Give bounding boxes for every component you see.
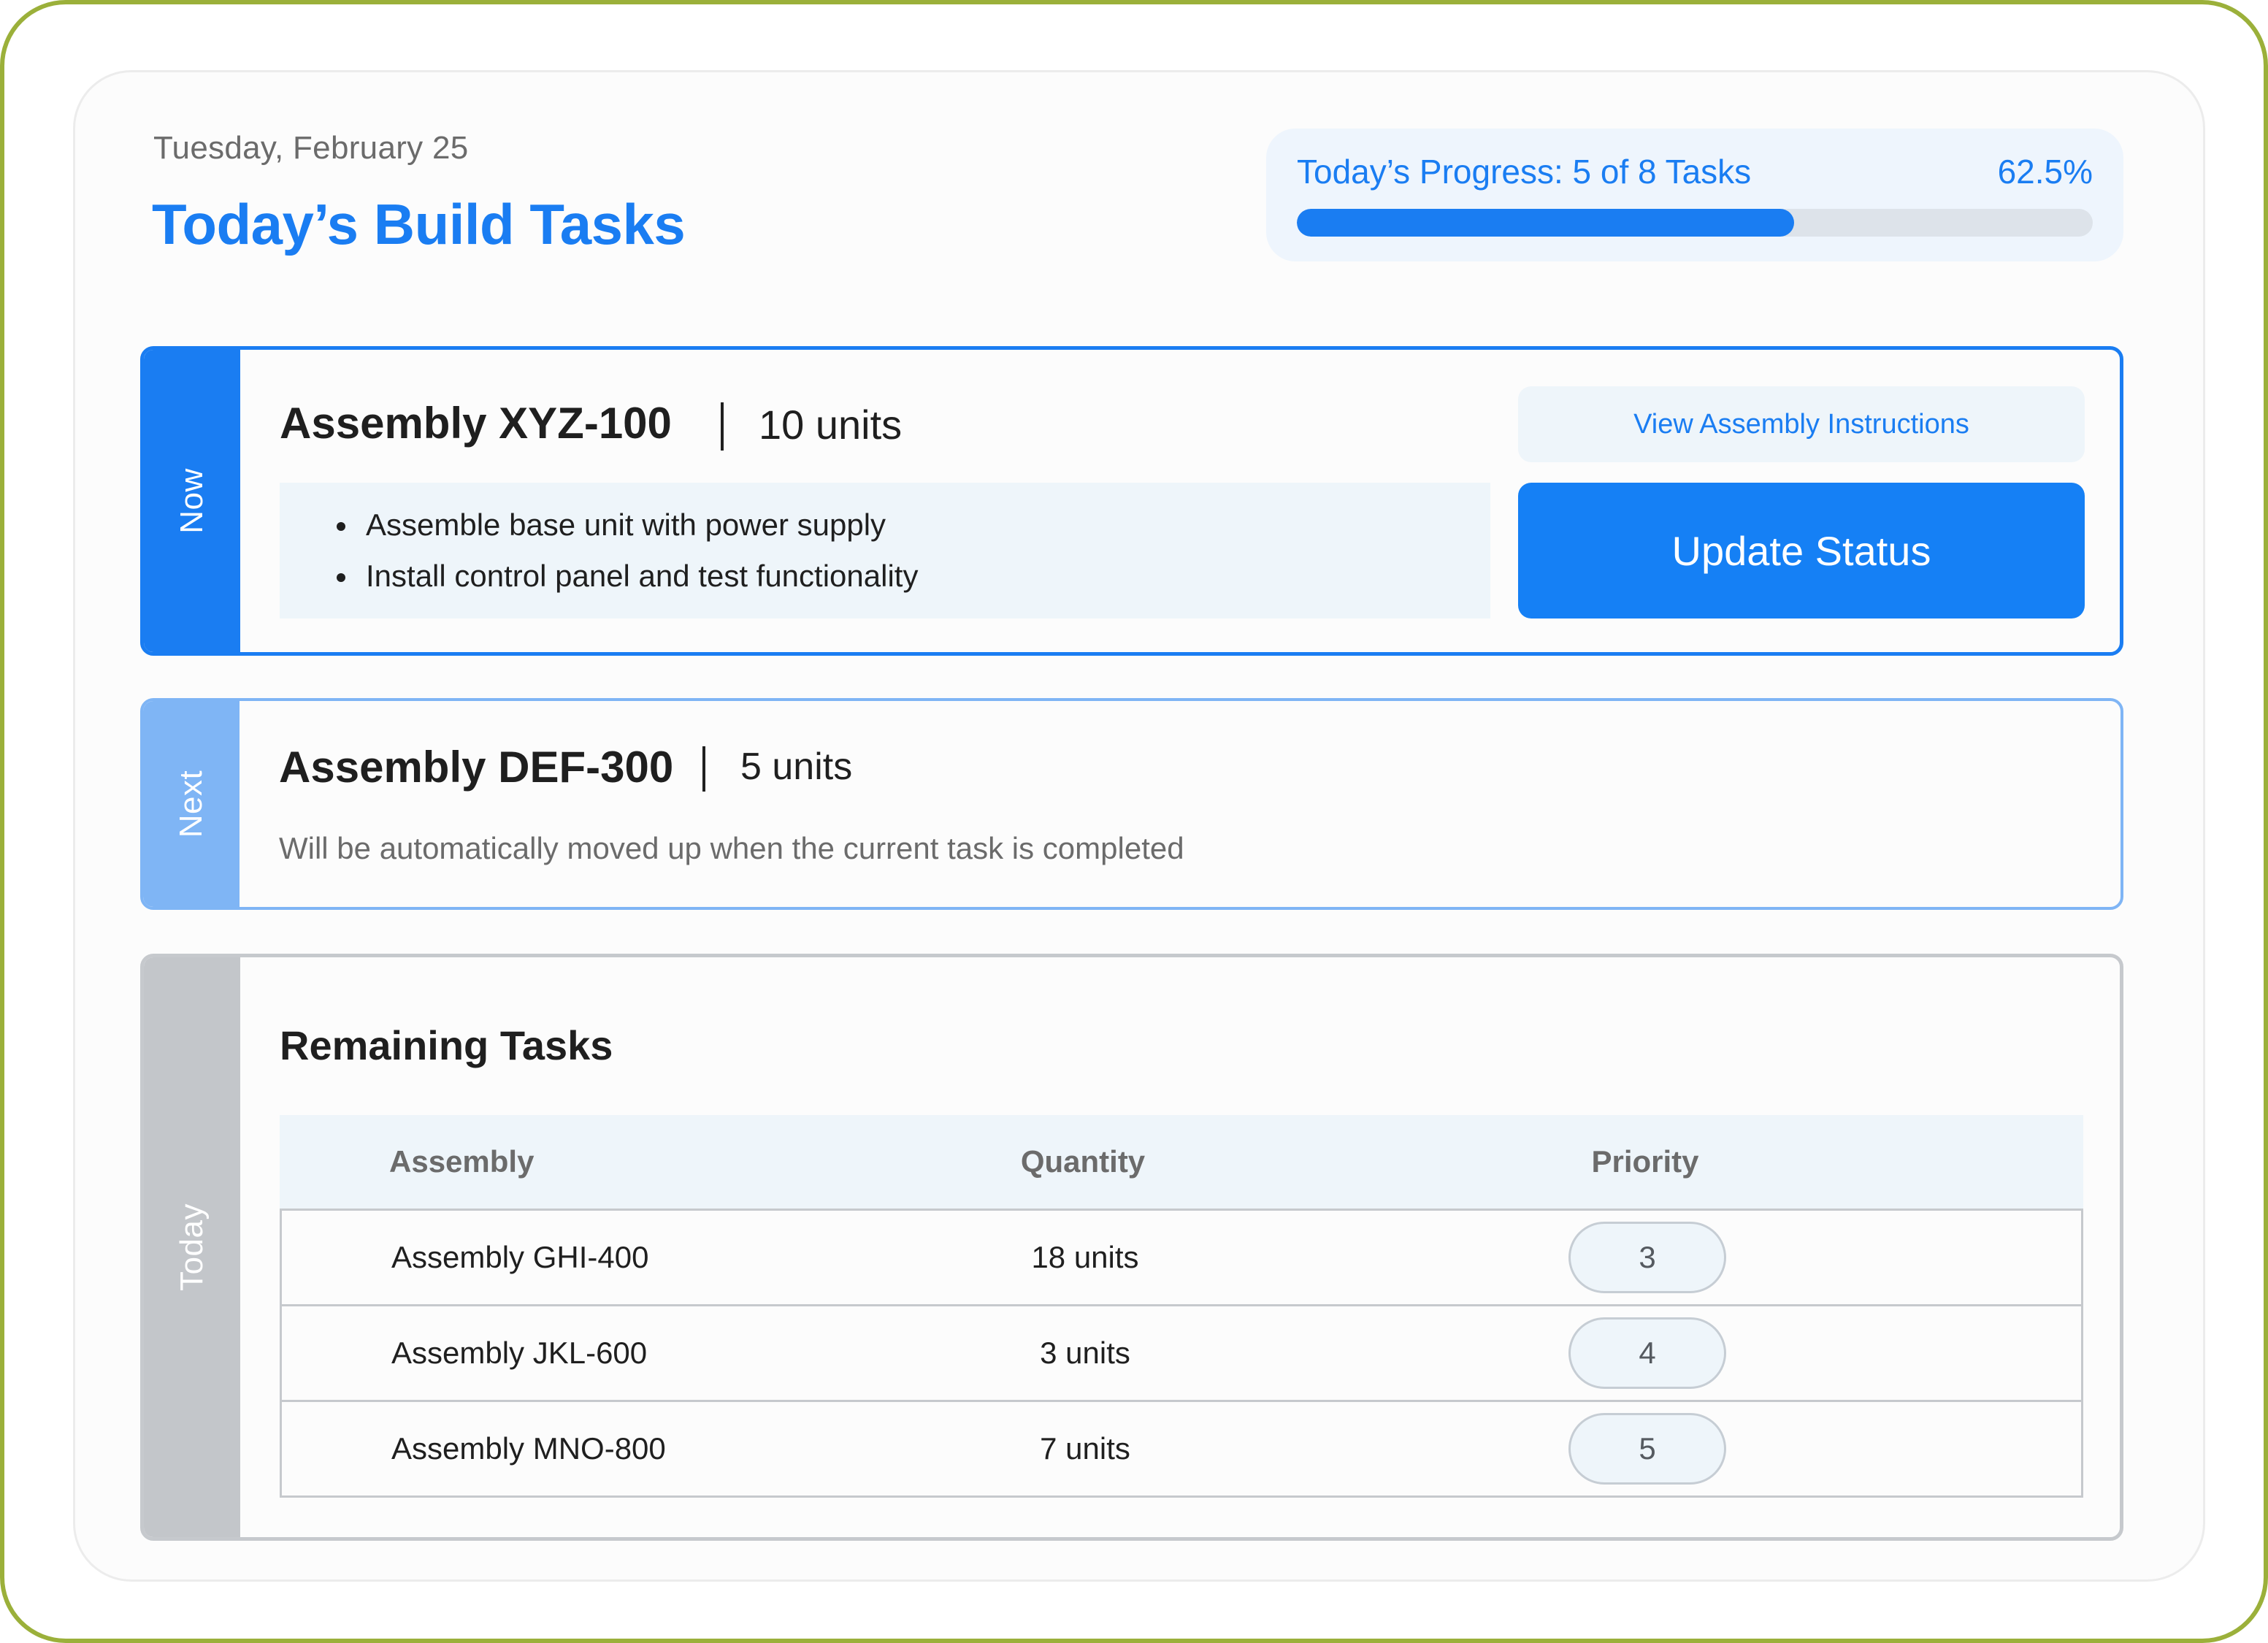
step-item: Assemble base unit with power supply	[366, 508, 886, 542]
now-tab-label: Now	[174, 468, 210, 534]
next-assembly-units: 5 units	[740, 746, 853, 788]
column-header-assembly: Assembly	[389, 1144, 535, 1179]
row-quantity: 18 units	[1031, 1240, 1139, 1274]
next-tab: Next	[143, 701, 240, 907]
table-header: Assembly Quantity Priority	[280, 1115, 2083, 1209]
priority-badge: 3	[1568, 1222, 1726, 1293]
column-header-priority: Priority	[1591, 1144, 1699, 1179]
remaining-tasks-title: Remaining Tasks	[280, 1022, 613, 1068]
progress-track	[1297, 209, 2093, 237]
remaining-tasks-table: Assembly Quantity Priority Assembly GHI-…	[280, 1115, 2083, 1498]
row-assembly: Assembly JKL-600	[391, 1336, 648, 1370]
today-tab-label: Today	[174, 1203, 210, 1291]
table-body: Assembly GHI-400 18 units 3 Assembly JKL…	[280, 1209, 2083, 1498]
progress-percent: 62.5%	[1997, 153, 2093, 191]
current-assembly-name: Assembly XYZ-100	[280, 399, 672, 448]
row-priority-cell: 5	[1567, 1402, 1728, 1495]
row-priority-cell: 4	[1567, 1306, 1728, 1400]
current-assembly-units: 10 units	[759, 402, 903, 448]
table-row[interactable]: Assembly GHI-400 18 units 3	[282, 1211, 2081, 1306]
row-assembly: Assembly MNO-800	[391, 1431, 666, 1466]
step-item: Install control panel and test functiona…	[366, 559, 919, 593]
progress-fill	[1297, 209, 1795, 237]
next-assembly-name: Assembly DEF-300	[279, 743, 674, 792]
progress-label: Today’s Progress: 5 of 8 Tasks	[1297, 153, 1752, 191]
next-task-card: Next Assembly DEF-300 5 units Will be au…	[140, 698, 2123, 910]
header-date: Tuesday, February 25	[153, 130, 469, 166]
column-header-quantity: Quantity	[1020, 1144, 1146, 1179]
table-row[interactable]: Assembly MNO-800 7 units 5	[282, 1402, 2081, 1495]
next-task-note: Will be automatically moved up when the …	[279, 831, 1184, 865]
current-task-card: Now Assembly XYZ-100 10 units Assemble b…	[140, 346, 2123, 656]
remaining-tasks-card: Today Remaining Tasks Assembly Quantity …	[140, 954, 2123, 1541]
view-instructions-button[interactable]: View Assembly Instructions	[1518, 386, 2085, 462]
now-tab: Now	[144, 350, 240, 652]
next-tab-label: Next	[173, 770, 209, 838]
update-status-button[interactable]: Update Status	[1518, 483, 2085, 618]
priority-badge: 4	[1568, 1317, 1726, 1389]
row-quantity: 3 units	[1040, 1336, 1130, 1370]
table-row[interactable]: Assembly JKL-600 3 units 4	[282, 1306, 2081, 1402]
row-assembly: Assembly GHI-400	[391, 1240, 649, 1274]
today-tab: Today	[144, 957, 240, 1537]
title-divider	[721, 402, 724, 451]
row-priority-cell: 3	[1567, 1211, 1728, 1304]
page-title: Today’s Build Tasks	[152, 192, 686, 256]
progress-panel: Today’s Progress: 5 of 8 Tasks 62.5%	[1266, 129, 2123, 261]
bullet	[337, 522, 345, 531]
bullet	[337, 573, 345, 582]
row-quantity: 7 units	[1040, 1431, 1130, 1466]
priority-badge: 5	[1568, 1413, 1726, 1485]
title-divider	[702, 746, 705, 792]
assembly-steps: Assemble base unit with power supply Ins…	[280, 483, 1490, 618]
